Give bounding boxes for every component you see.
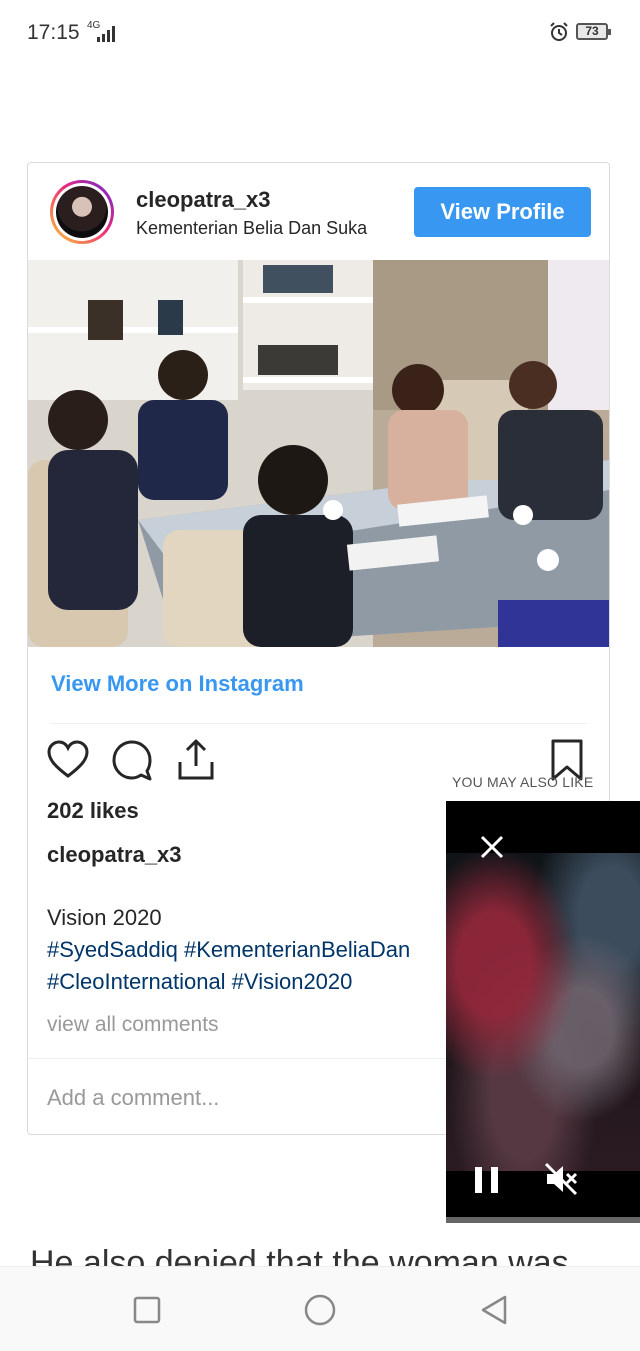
- battery-indicator: 73: [576, 23, 611, 40]
- username[interactable]: cleopatra_x3: [136, 187, 271, 213]
- divider: [50, 723, 587, 724]
- post-photo[interactable]: [28, 260, 609, 647]
- comment-icon[interactable]: [110, 738, 154, 782]
- pause-icon[interactable]: [471, 1163, 505, 1197]
- embed-header: cleopatra_x3 Kementerian Belia Dan Suka …: [28, 163, 609, 261]
- caption-text: Vision 2020: [47, 905, 162, 930]
- post-photo-image: [28, 260, 609, 647]
- view-more-link[interactable]: View More on Instagram: [51, 671, 304, 697]
- location[interactable]: Kementerian Belia Dan Suka: [136, 218, 367, 239]
- view-profile-button[interactable]: View Profile: [414, 187, 591, 237]
- alarm-icon: [550, 22, 568, 41]
- video-frame: [446, 853, 640, 1171]
- avatar-image: [56, 186, 108, 238]
- likes-count[interactable]: 202 likes: [47, 798, 139, 824]
- mute-icon[interactable]: [543, 1161, 579, 1197]
- signal-icon: [97, 26, 115, 42]
- floating-video-player[interactable]: [446, 801, 640, 1223]
- add-comment-input[interactable]: Add a comment...: [47, 1085, 219, 1111]
- back-icon[interactable]: [477, 1293, 511, 1327]
- caption-username[interactable]: cleopatra_x3: [47, 842, 182, 868]
- heart-icon[interactable]: [46, 738, 90, 782]
- close-icon[interactable]: [479, 834, 505, 860]
- home-icon[interactable]: [303, 1293, 337, 1327]
- status-time: 17:15: [27, 21, 80, 44]
- navigation-bar: [0, 1266, 640, 1351]
- video-progress-bar[interactable]: [446, 1217, 640, 1223]
- you-may-also-like-label: YOU MAY ALSO LIKE: [452, 774, 594, 790]
- share-icon[interactable]: [174, 738, 218, 782]
- hashtags-line-1[interactable]: #SyedSaddiq #KementerianBeliaDan: [47, 937, 410, 963]
- hashtags-line-2[interactable]: #CleoInternational #Vision2020: [47, 969, 352, 995]
- avatar[interactable]: [50, 180, 114, 244]
- status-bar: 17:15 4G 73: [0, 0, 640, 66]
- view-all-comments-link[interactable]: view all comments: [47, 1013, 219, 1037]
- recent-apps-icon[interactable]: [130, 1293, 164, 1327]
